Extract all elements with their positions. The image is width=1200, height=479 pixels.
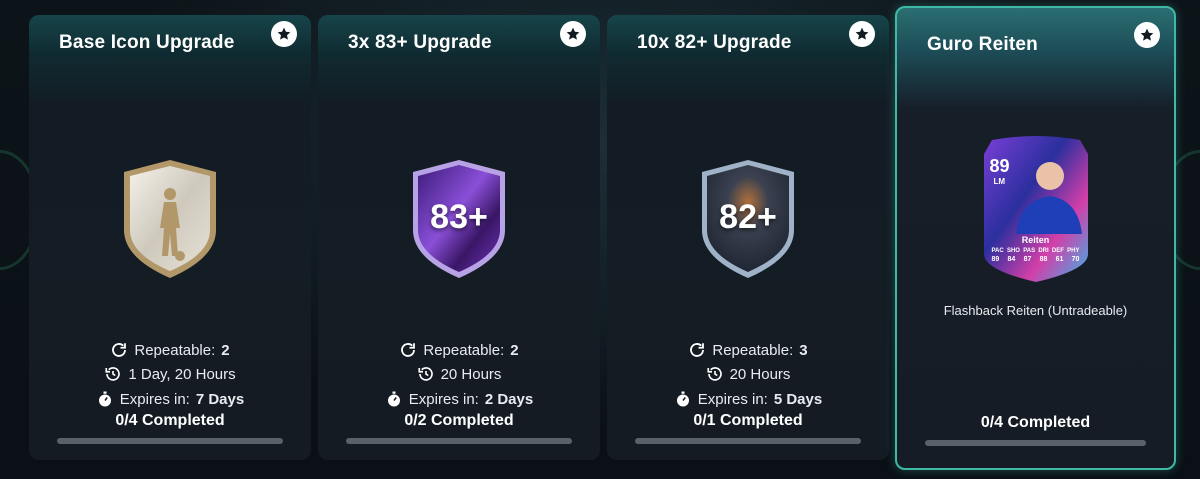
favorite-star-button[interactable] bbox=[560, 21, 586, 47]
stopwatch-icon bbox=[98, 391, 111, 407]
completed-count: 0/4 Completed bbox=[980, 414, 1091, 431]
player-position: LM bbox=[993, 177, 1006, 186]
completed-count: 0/2 Completed bbox=[404, 412, 514, 429]
expires-label: Expires in: bbox=[697, 390, 768, 408]
progress-bar bbox=[57, 438, 283, 444]
stat-value: 70 bbox=[1071, 256, 1080, 263]
card-title: 10x 82+ Upgrade bbox=[637, 32, 792, 53]
time-left-info: 20 Hours bbox=[607, 365, 889, 383]
expires-info: Expires in: 7 Days bbox=[29, 390, 311, 408]
refresh-icon bbox=[690, 343, 705, 357]
expires-label: Expires in: bbox=[119, 390, 190, 408]
objective-card-10x-82-upgrade[interactable]: 10x 82+ Upgrade 82+ Repeatable: 3 20 Hou… bbox=[607, 15, 889, 460]
star-icon bbox=[566, 27, 580, 40]
expires-value: 2 Days bbox=[484, 390, 534, 408]
completed-count: 0/1 Completed bbox=[693, 412, 803, 429]
expires-info: Expires in: 5 Days bbox=[607, 390, 889, 408]
repeatable-value: 2 bbox=[510, 341, 519, 359]
refresh-icon bbox=[112, 343, 127, 357]
stat-value: 87 bbox=[1023, 256, 1032, 263]
objective-card-guro-reiten[interactable]: Guro Reiten 89 LM Reiten PAC SHO PAS DRI… bbox=[895, 6, 1176, 470]
time-left: 20 Hours bbox=[729, 365, 791, 383]
stat-label: PAC bbox=[991, 248, 1004, 254]
favorite-star-button[interactable] bbox=[271, 21, 297, 47]
favorite-star-button[interactable] bbox=[849, 21, 875, 47]
repeatable-info: Repeatable: 2 bbox=[29, 341, 311, 359]
star-icon bbox=[855, 27, 869, 40]
progress-bar bbox=[925, 440, 1146, 446]
objective-card-3x-83-upgrade[interactable]: 3x 83+ Upgrade 83+ Repeatable: 2 20 Hour… bbox=[318, 15, 600, 460]
icon-upgrade-badge bbox=[120, 158, 220, 280]
player-card[interactable]: 89 LM Reiten PAC SHO PAS DRI DEF PHY 89 … bbox=[978, 134, 1094, 284]
star-icon bbox=[277, 27, 291, 40]
rating-upgrade-badge: 82+ bbox=[698, 158, 798, 280]
refresh-icon bbox=[401, 343, 416, 357]
objective-card-base-icon-upgrade[interactable]: Base Icon Upgrade Repeatable: 2 1 Day, 2… bbox=[29, 15, 311, 460]
rating-upgrade-badge: 83+ bbox=[409, 158, 509, 280]
stat-value: 89 bbox=[991, 256, 1000, 263]
repeatable-label: Repeatable: bbox=[423, 341, 505, 359]
time-left-info: 1 Day, 20 Hours bbox=[29, 365, 311, 383]
time-left: 20 Hours bbox=[440, 365, 502, 383]
stat-value: 61 bbox=[1055, 256, 1064, 263]
stat-label: PHY bbox=[1067, 248, 1080, 254]
favorite-star-button[interactable] bbox=[1134, 22, 1160, 48]
expires-label: Expires in: bbox=[408, 390, 479, 408]
time-left: 1 Day, 20 Hours bbox=[128, 365, 236, 383]
time-left-info: 20 Hours bbox=[318, 365, 600, 383]
player-name: Reiten bbox=[1021, 235, 1050, 245]
repeatable-info: Repeatable: 2 bbox=[318, 341, 600, 359]
card-title: Base Icon Upgrade bbox=[59, 32, 235, 53]
history-clock-icon bbox=[105, 367, 121, 381]
player-rating: 89 bbox=[989, 156, 1010, 176]
history-clock-icon bbox=[706, 367, 722, 381]
player-stat-labels: PAC SHO PAS DRI DEF PHY bbox=[992, 248, 1080, 254]
history-clock-icon bbox=[417, 367, 433, 381]
completed-count: 0/4 Completed bbox=[115, 412, 225, 429]
repeatable-label: Repeatable: bbox=[134, 341, 216, 359]
repeatable-value: 3 bbox=[799, 341, 808, 359]
expires-info: Expires in: 2 Days bbox=[318, 390, 600, 408]
expires-value: 7 Days bbox=[195, 390, 245, 408]
card-title: Guro Reiten bbox=[927, 34, 1038, 55]
repeatable-label: Repeatable: bbox=[712, 341, 794, 359]
stat-value: 88 bbox=[1039, 256, 1048, 263]
stat-label: DEF bbox=[1051, 248, 1064, 254]
badge-label: 82+ bbox=[719, 198, 777, 236]
repeatable-info: Repeatable: 3 bbox=[607, 341, 889, 359]
stat-label: PAS bbox=[1023, 248, 1036, 254]
badge-label: 83+ bbox=[430, 198, 488, 236]
stopwatch-icon bbox=[387, 391, 400, 407]
star-icon bbox=[1140, 28, 1154, 41]
reward-name: Flashback Reiten (Untradeable) bbox=[943, 303, 1128, 318]
player-stat-values: 89 84 87 88 61 70 bbox=[992, 256, 1080, 263]
expires-value: 5 Days bbox=[773, 390, 823, 408]
stat-value: 84 bbox=[1007, 256, 1016, 263]
stopwatch-icon bbox=[676, 391, 689, 407]
stat-label: SHO bbox=[1006, 248, 1020, 254]
repeatable-value: 2 bbox=[221, 341, 230, 359]
card-title: 3x 83+ Upgrade bbox=[348, 32, 492, 53]
progress-bar bbox=[635, 438, 861, 444]
progress-bar bbox=[346, 438, 572, 444]
stat-label: DRI bbox=[1038, 248, 1049, 254]
